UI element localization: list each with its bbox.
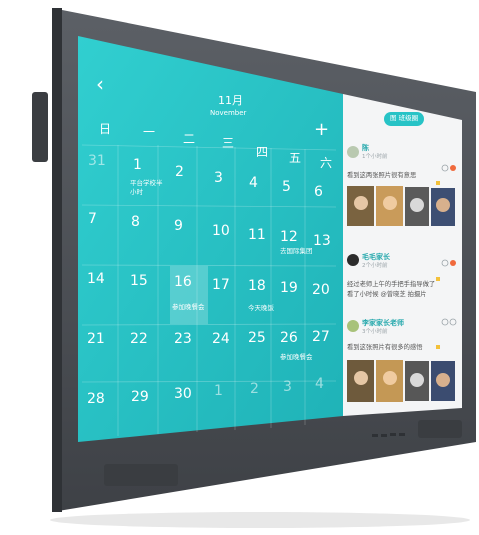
calendar-day[interactable]: 27	[312, 330, 330, 344]
weekday-label: 日	[99, 122, 112, 136]
back-chevron-icon[interactable]: ‹	[96, 74, 104, 94]
calendar-day[interactable]: 28	[87, 392, 105, 406]
calendar-day[interactable]: 1	[214, 384, 223, 398]
month-subtitle: November	[210, 109, 247, 117]
post-author[interactable]: 李家家长老师	[362, 320, 404, 327]
calendar-day[interactable]: 18	[248, 279, 266, 293]
calendar-event[interactable]: 平台学校半	[130, 180, 163, 187]
weekday-label: 三	[222, 136, 235, 150]
weekday-label: 一	[143, 125, 156, 139]
post-author[interactable]: 毛毛家长	[362, 254, 390, 261]
calendar-event[interactable]: 去国际集团	[280, 248, 313, 255]
weekday-label: 五	[289, 151, 302, 165]
month-title: 11月	[218, 94, 243, 107]
post-time: 1个小时前	[362, 154, 388, 160]
post-author[interactable]: 陈	[362, 145, 369, 152]
add-event-icon[interactable]: +	[314, 121, 329, 139]
calendar-day[interactable]: 2	[175, 165, 184, 179]
calendar-day[interactable]: 3	[214, 171, 223, 185]
calendar-day[interactable]: 11	[248, 228, 266, 242]
calendar-day[interactable]: 4	[315, 377, 324, 391]
post-text: 看到这两张照片很有意思	[347, 172, 417, 179]
calendar-event[interactable]: 小时	[130, 189, 143, 196]
calendar-day[interactable]: 19	[280, 281, 298, 295]
calendar-day[interactable]: 29	[131, 390, 149, 404]
calendar-day[interactable]: 22	[130, 332, 148, 346]
calendar-day[interactable]: 17	[212, 278, 230, 292]
weekday-label: 二	[183, 132, 196, 146]
calendar-day[interactable]: 31	[88, 154, 106, 168]
calendar-day[interactable]: 8	[131, 215, 140, 229]
calendar-day[interactable]: 14	[87, 272, 105, 286]
feed-tab-label[interactable]: 图 班级圈	[390, 115, 418, 122]
calendar-day[interactable]: 5	[282, 180, 291, 194]
calendar-day[interactable]: 2	[250, 382, 259, 396]
calendar-day[interactable]: 20	[312, 283, 330, 297]
weekday-label: 六	[320, 156, 333, 170]
calendar-day[interactable]: 10	[212, 224, 230, 238]
calendar-day[interactable]: 4	[249, 176, 258, 190]
calendar-event[interactable]: 今天晚饭	[248, 305, 274, 312]
calendar-event[interactable]: 参加晚餐会	[280, 354, 313, 361]
calendar-day[interactable]: 15	[130, 274, 148, 288]
post-time: 3个小时前	[362, 329, 388, 335]
calendar-day[interactable]: 26	[280, 331, 298, 345]
calendar-day[interactable]: 16	[174, 275, 192, 289]
calendar-day[interactable]: 6	[314, 185, 323, 199]
calendar-day[interactable]: 23	[174, 332, 192, 346]
calendar-day[interactable]: 12	[280, 230, 298, 244]
calendar-day[interactable]: 9	[174, 219, 183, 233]
calendar-event[interactable]: 参加晚餐会	[172, 304, 205, 311]
calendar-day[interactable]: 21	[87, 332, 105, 346]
calendar-day[interactable]: 7	[88, 212, 97, 226]
calendar-day[interactable]: 13	[313, 234, 331, 248]
post-text: 看到这张照片有很多的感悟	[347, 344, 423, 351]
weekday-label: 四	[256, 145, 269, 159]
calendar-day[interactable]: 30	[174, 387, 192, 401]
calendar-day[interactable]: 24	[212, 332, 230, 346]
post-text: 看了小时候 @曾晓芝 拍摄片	[347, 291, 427, 298]
calendar-day[interactable]: 1	[133, 158, 142, 172]
calendar-day[interactable]: 3	[283, 380, 292, 394]
calendar-day[interactable]: 25	[248, 331, 266, 345]
post-time: 2个小时前	[362, 263, 388, 269]
post-text: 经过老师上午的手把手指导做了	[347, 281, 436, 288]
